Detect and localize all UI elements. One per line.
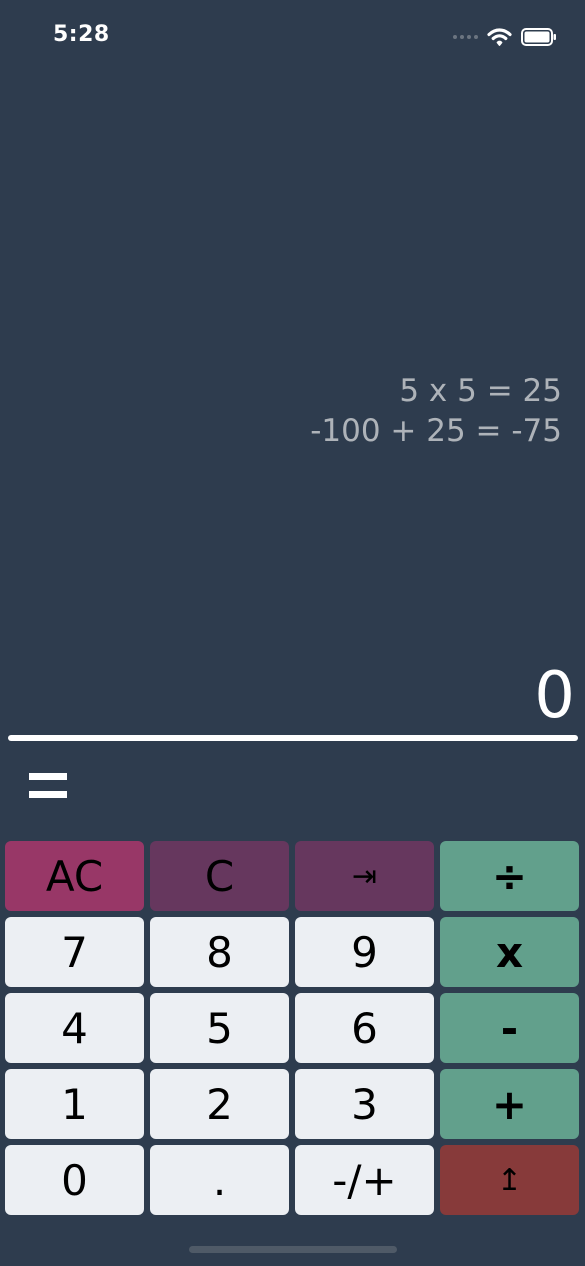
- all-clear-button[interactable]: AC: [5, 841, 144, 911]
- signal-dots-icon: [453, 35, 478, 39]
- enter-button[interactable]: ↥: [440, 1145, 579, 1215]
- decimal-point-button[interactable]: .: [150, 1145, 289, 1215]
- digit-8-button[interactable]: 8: [150, 917, 289, 987]
- calculator-screen: 5:28 5 x 5 = 25 -100 + 25 = -75 0 AC C ⇥…: [0, 0, 585, 1266]
- history-line-2: -100 + 25 = -75: [310, 413, 562, 449]
- status-icons: [453, 25, 557, 49]
- equals-symbol: [29, 773, 67, 801]
- home-indicator[interactable]: [189, 1246, 397, 1253]
- digit-1-button[interactable]: 1: [5, 1069, 144, 1139]
- digit-4-button[interactable]: 4: [5, 993, 144, 1063]
- negate-button[interactable]: -/+: [295, 1145, 434, 1215]
- digit-5-button[interactable]: 5: [150, 993, 289, 1063]
- display-value: 0: [534, 659, 575, 733]
- digit-7-button[interactable]: 7: [5, 917, 144, 987]
- tab-forward-button[interactable]: ⇥: [295, 841, 434, 911]
- status-time: 5:28: [53, 22, 110, 47]
- calculation-history: 5 x 5 = 25 -100 + 25 = -75: [310, 371, 562, 451]
- history-line-1: 5 x 5 = 25: [399, 373, 562, 409]
- subtract-button[interactable]: -: [440, 993, 579, 1063]
- multiply-button[interactable]: x: [440, 917, 579, 987]
- digit-2-button[interactable]: 2: [150, 1069, 289, 1139]
- enter-arrow-icon: ↥: [496, 1162, 523, 1198]
- keypad: AC C ⇥ ÷ 7 8 9 x 4 5 6 - 1 2 3 + 0 . -/+…: [5, 841, 580, 1216]
- wifi-icon: [487, 27, 512, 46]
- divide-button[interactable]: ÷: [440, 841, 579, 911]
- battery-icon: [521, 28, 556, 46]
- digit-6-button[interactable]: 6: [295, 993, 434, 1063]
- tab-forward-icon: ⇥: [351, 858, 378, 894]
- digit-3-button[interactable]: 3: [295, 1069, 434, 1139]
- digit-9-button[interactable]: 9: [295, 917, 434, 987]
- display-divider: [8, 735, 578, 741]
- add-button[interactable]: +: [440, 1069, 579, 1139]
- digit-0-button[interactable]: 0: [5, 1145, 144, 1215]
- clear-button[interactable]: C: [150, 841, 289, 911]
